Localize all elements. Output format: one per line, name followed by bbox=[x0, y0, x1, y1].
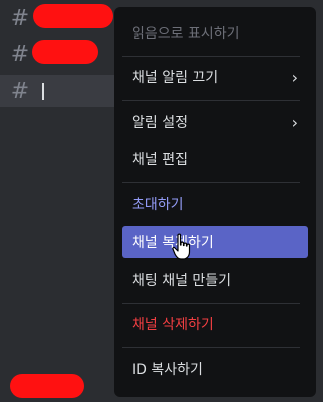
mute-channel-label: 채널 알림 끄기 bbox=[132, 70, 219, 86]
menu-separator bbox=[122, 182, 300, 183]
invite-item[interactable]: 초대하기 bbox=[122, 188, 308, 220]
channel-context-menu: 읽음으로 표시하기 채널 알림 끄기 › 알림 설정 › 채널 편집 초대하기 … bbox=[114, 7, 316, 397]
edit-channel-label: 채널 편집 bbox=[132, 152, 188, 168]
menu-separator bbox=[122, 56, 300, 57]
mute-channel-item[interactable]: 채널 알림 끄기 › bbox=[122, 61, 308, 93]
text-caret bbox=[42, 82, 44, 100]
mark-as-read-item[interactable]: 읽음으로 표시하기 bbox=[122, 17, 308, 49]
redacted-username bbox=[10, 374, 84, 398]
menu-separator bbox=[122, 303, 300, 304]
copy-id-label: ID 복사하기 bbox=[132, 362, 203, 378]
hash-icon: # bbox=[10, 41, 30, 67]
create-text-channel-label: 채팅 채널 만들기 bbox=[132, 273, 232, 289]
copy-id-item[interactable]: ID 복사하기 bbox=[122, 353, 308, 385]
chevron-right-icon: › bbox=[291, 67, 298, 87]
duplicate-channel-item[interactable]: 채널 복제하기 bbox=[122, 226, 308, 258]
notification-settings-item[interactable]: 알림 설정 › bbox=[122, 106, 308, 138]
create-text-channel-item[interactable]: 채팅 채널 만들기 bbox=[122, 264, 308, 296]
hand-pointer-icon bbox=[172, 233, 191, 260]
delete-channel-item[interactable]: 채널 삭제하기 bbox=[122, 308, 308, 340]
edit-channel-item[interactable]: 채널 편집 bbox=[122, 143, 308, 175]
hash-icon: # bbox=[10, 5, 30, 31]
menu-separator bbox=[122, 347, 300, 348]
redacted-channel-name bbox=[33, 4, 113, 28]
redacted-channel-name bbox=[32, 40, 98, 64]
mark-as-read-label: 읽음으로 표시하기 bbox=[132, 26, 240, 42]
invite-label: 초대하기 bbox=[132, 197, 184, 213]
menu-separator bbox=[122, 100, 300, 101]
delete-channel-label: 채널 삭제하기 bbox=[132, 317, 214, 333]
chevron-right-icon: › bbox=[291, 112, 298, 132]
hash-icon: # bbox=[10, 78, 30, 104]
notification-settings-label: 알림 설정 bbox=[132, 115, 188, 131]
